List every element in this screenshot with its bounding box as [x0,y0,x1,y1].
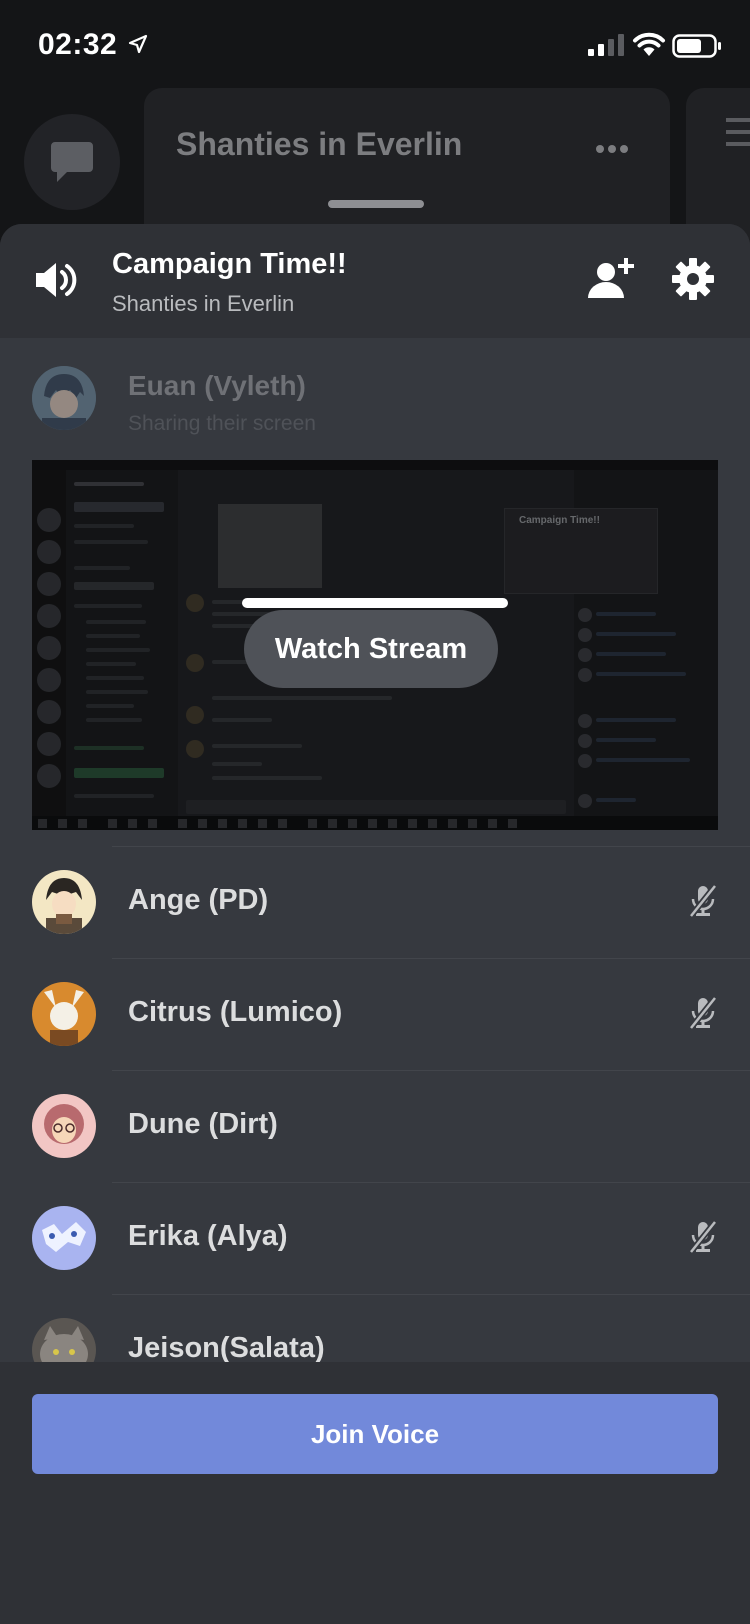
speaker-icon [36,263,77,297]
avatar [32,1094,96,1158]
divider [112,1294,750,1295]
status-bar: 02:32 [0,0,750,90]
avatar [32,870,96,934]
streamer-status: Sharing their screen [128,412,316,435]
avatar [32,982,96,1046]
cellular-signal-icon [588,34,624,56]
home-indicator[interactable] [242,598,508,608]
list-item[interactable]: Dune (Dirt) [0,1070,750,1182]
member-name: Ange (PD) [128,884,269,916]
watch-stream-button[interactable]: Watch Stream [244,610,498,688]
muted-mic-icon [688,996,718,1030]
sheet-header: Campaign Time!! Shanties in Everlin [0,224,750,338]
avatar [32,1206,96,1270]
voice-channel-sheet: Campaign Time!! Shanties in Everlin Euan… [0,224,750,1624]
invite-user-icon[interactable] [586,254,636,304]
gear-icon[interactable] [668,254,718,304]
menu-icon [726,118,750,154]
stream-preview[interactable]: Campaign Time!! Watch Stream [32,460,718,830]
location-arrow-icon [128,34,148,54]
divider [112,958,750,959]
member-name: Dune (Dirt) [128,1108,278,1140]
divider [112,846,750,847]
wifi-icon [633,32,665,56]
divider [112,1070,750,1071]
join-voice-button[interactable]: Join Voice [32,1394,718,1474]
divider [112,1182,750,1183]
list-item[interactable]: Erika (Alya) [0,1182,750,1294]
member-name: Erika (Alya) [128,1220,288,1252]
list-item[interactable]: Citrus (Lumico) [0,958,750,1070]
battery-icon [672,34,721,58]
muted-mic-icon [688,884,718,918]
chat-bubble-icon [51,142,93,182]
sheet-footer: Join Voice [0,1362,750,1624]
avatar[interactable] [32,366,96,430]
muted-mic-icon [688,1220,718,1254]
more-options-icon[interactable] [596,140,632,158]
server-name: Shanties in Everlin [112,291,295,316]
channel-panel-title: Shanties in Everlin [176,126,463,162]
drag-handle[interactable] [328,200,424,208]
direct-messages-button[interactable] [24,114,120,210]
status-time: 02:32 [38,28,118,61]
list-item[interactable]: Ange (PD) [0,846,750,958]
streamer-name: Euan (Vyleth) [128,370,306,401]
member-name: Citrus (Lumico) [128,996,343,1028]
member-name: Jeison(Salata) [128,1332,325,1364]
channel-name: Campaign Time!! [112,248,347,280]
